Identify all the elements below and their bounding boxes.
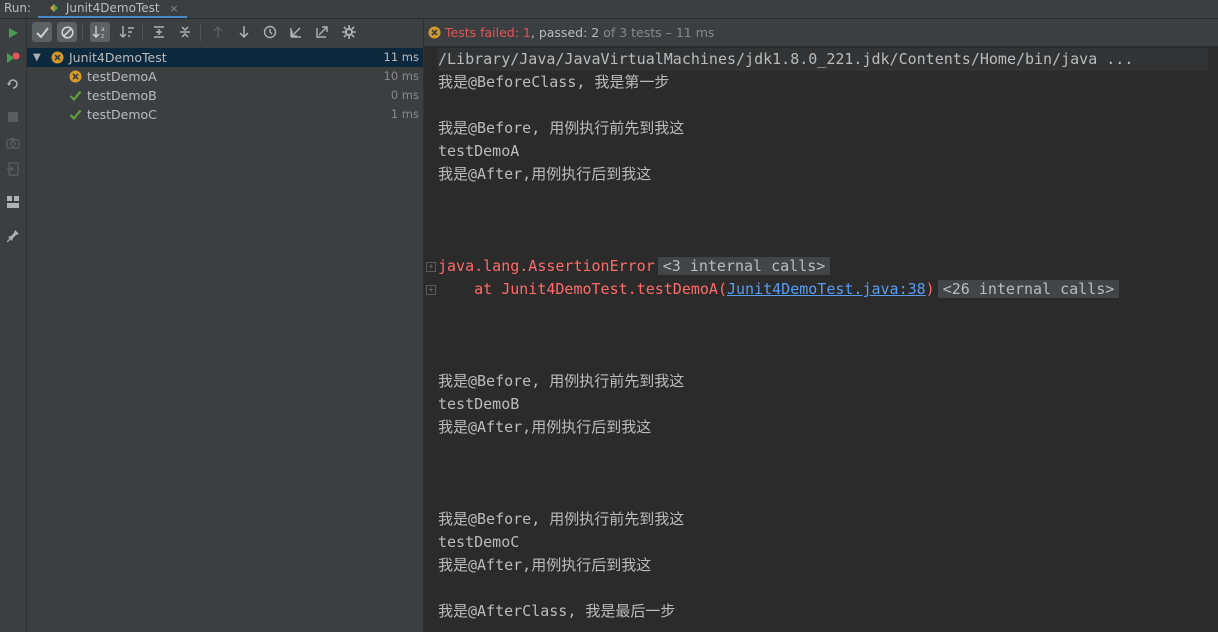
stop-icon[interactable] (3, 107, 23, 127)
rerun-icon[interactable] (3, 23, 23, 43)
fold-toggle-icon[interactable]: + (426, 285, 436, 295)
test-passed-icon (69, 109, 82, 121)
expand-all-icon[interactable] (149, 22, 169, 42)
internal-calls-badge[interactable]: <26 internal calls> (937, 280, 1120, 298)
layout-icon[interactable] (3, 192, 23, 212)
console-line: testDemoB (438, 395, 520, 413)
svg-text:a: a (101, 26, 105, 33)
show-passed-icon[interactable] (32, 22, 52, 42)
test-passed-icon (69, 90, 82, 102)
run-tool-window-header: Run: Junit4DemoTest × (0, 0, 1218, 19)
tree-root-time: 11 ms (383, 50, 419, 64)
console-output[interactable]: /Library/Java/JavaVirtualMachines/jdk1.8… (424, 46, 1218, 632)
console-line: 我是@Before, 用例执行前先到我这 (438, 510, 685, 528)
command-line: /Library/Java/JavaVirtualMachines/jdk1.8… (438, 48, 1208, 71)
console-line: testDemoC (438, 533, 520, 551)
run-tab-label: Junit4DemoTest (65, 1, 160, 15)
fold-toggle-icon[interactable]: + (426, 262, 436, 272)
collapse-all-icon[interactable] (175, 22, 195, 42)
test-failed-icon (51, 51, 64, 64)
tests-failed-icon (428, 26, 441, 39)
exit-icon[interactable] (3, 159, 23, 179)
stack-suffix: ) (925, 280, 935, 298)
source-link[interactable]: Junit4DemoTest.java:38 (727, 280, 926, 298)
stack-prefix: at Junit4DemoTest.testDemoA( (438, 280, 727, 298)
test-run-icon (50, 3, 58, 12)
assertion-error-line: java.lang.AssertionError <3 internal call… (438, 255, 831, 278)
run-vertical-toolbar (0, 19, 27, 632)
console-line: 我是@BeforeClass, 我是第一步 (438, 73, 670, 91)
internal-calls-badge[interactable]: <3 internal calls> (657, 257, 831, 275)
failed-label: Tests failed: (445, 25, 523, 40)
previous-failed-icon[interactable] (208, 22, 228, 42)
tree-item-name: testDemoB (87, 88, 157, 103)
test-failed-icon (69, 70, 82, 83)
test-results-tree: ▼ Junit4DemoTest 11 ms testDemoA 10 ms t… (27, 48, 423, 124)
tree-item-time: 1 ms (390, 107, 419, 121)
pin-icon[interactable] (3, 225, 23, 245)
sort-alphabetically-icon[interactable]: az (90, 22, 110, 42)
console-line: 我是@After,用例执行后到我这 (438, 556, 652, 574)
show-ignored-icon[interactable] (57, 22, 77, 42)
expand-arrow-icon[interactable]: ▼ (33, 48, 41, 67)
sort-by-duration-icon[interactable] (117, 22, 137, 42)
svg-text:z: z (101, 33, 104, 40)
test-summary: Tests failed: 1, passed: 2 of 3 tests – … (445, 19, 714, 46)
tree-item-name: testDemoA (87, 69, 157, 84)
test-history-icon[interactable] (260, 22, 280, 42)
tree-row-root[interactable]: ▼ Junit4DemoTest 11 ms (27, 48, 423, 67)
console-line: 我是@AfterClass, 我是最后一步 (438, 602, 676, 620)
tree-item-name: testDemoC (87, 107, 157, 122)
test-status-bar: Tests failed: 1, passed: 2 of 3 tests – … (424, 19, 1218, 46)
console-line: testDemoA (438, 142, 520, 160)
failed-count: 1 (522, 25, 531, 40)
console-line: 我是@Before, 用例执行前先到我这 (438, 119, 685, 137)
import-tests-icon[interactable] (286, 22, 306, 42)
test-tree-toolbar: az (27, 19, 423, 46)
tree-root-name: Junit4DemoTest (69, 50, 167, 65)
export-tests-icon[interactable] (312, 22, 332, 42)
error-text: java.lang.AssertionError (438, 257, 655, 275)
next-failed-icon[interactable] (234, 22, 254, 42)
toggle-auto-test-icon[interactable] (3, 74, 23, 94)
run-label: Run: (4, 1, 32, 15)
console-line: 我是@After,用例执行后到我这 (438, 165, 652, 183)
tree-row-testdemob[interactable]: testDemoB 0 ms (27, 86, 423, 105)
close-tab-icon[interactable]: × (169, 2, 178, 15)
settings-icon[interactable] (339, 22, 359, 42)
tree-row-testdemoa[interactable]: testDemoA 10 ms (27, 67, 423, 86)
tree-item-time: 10 ms (383, 69, 419, 83)
total-text: of 3 tests – 11 ms (599, 25, 715, 40)
console-line: 我是@Before, 用例执行前先到我这 (438, 372, 685, 390)
tree-item-time: 0 ms (390, 88, 419, 102)
dump-threads-icon[interactable] (3, 133, 23, 153)
test-tree-panel: az ▼ Junit4DemoTest 11 ms testDemoA 10 m… (27, 19, 423, 632)
passed-label: , passed: (530, 25, 592, 40)
stack-trace-line: at Junit4DemoTest.testDemoA(Junit4DemoTe… (438, 278, 1120, 301)
tree-row-testdemoc[interactable]: testDemoC 1 ms (27, 105, 423, 124)
rerun-failed-icon[interactable] (3, 48, 23, 68)
console-line: 我是@After,用例执行后到我这 (438, 418, 652, 436)
run-tab-junit4demotest[interactable]: Junit4DemoTest × (38, 0, 187, 18)
